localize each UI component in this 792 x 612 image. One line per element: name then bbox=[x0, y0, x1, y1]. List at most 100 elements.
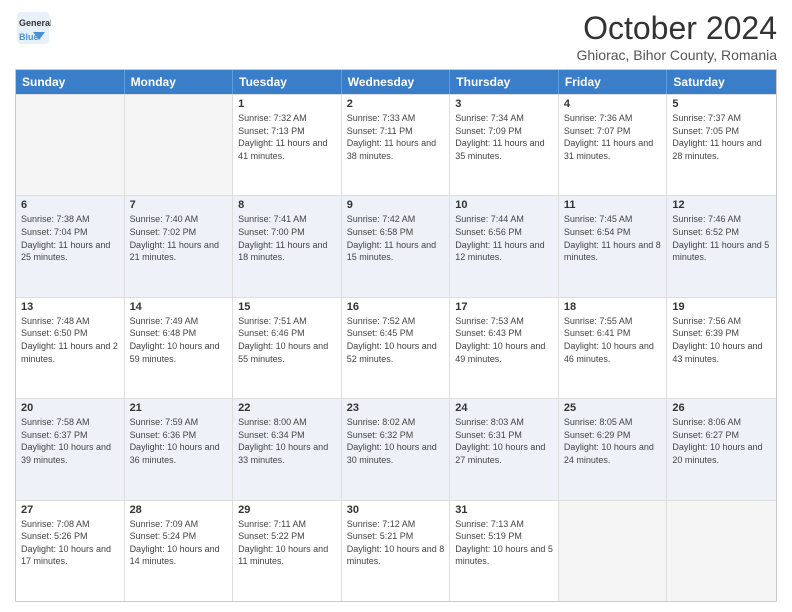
day-number: 8 bbox=[238, 199, 336, 211]
day-number: 7 bbox=[130, 199, 228, 211]
cell-info: Sunrise: 7:45 AM Sunset: 6:54 PM Dayligh… bbox=[564, 213, 662, 263]
day-number: 11 bbox=[564, 199, 662, 211]
calendar-cell: 3 Sunrise: 7:34 AM Sunset: 7:09 PM Daylig… bbox=[450, 95, 559, 195]
cell-info: Sunrise: 7:56 AM Sunset: 6:39 PM Dayligh… bbox=[672, 315, 771, 365]
cell-info: Sunrise: 7:59 AM Sunset: 6:36 PM Dayligh… bbox=[130, 416, 228, 466]
calendar-cell: 18 Sunrise: 7:55 AM Sunset: 6:41 PM Dayli… bbox=[559, 298, 668, 398]
day-number: 6 bbox=[21, 199, 119, 211]
day-number: 9 bbox=[347, 199, 445, 211]
day-number: 21 bbox=[130, 402, 228, 414]
header-day-monday: Monday bbox=[125, 70, 234, 94]
cell-info: Sunrise: 7:46 AM Sunset: 6:52 PM Dayligh… bbox=[672, 213, 771, 263]
day-number: 12 bbox=[672, 199, 771, 211]
day-number: 3 bbox=[455, 98, 553, 110]
cell-info: Sunrise: 7:08 AM Sunset: 5:26 PM Dayligh… bbox=[21, 518, 119, 568]
calendar: SundayMondayTuesdayWednesdayThursdayFrid… bbox=[15, 69, 777, 602]
day-number: 19 bbox=[672, 301, 771, 313]
calendar-cell: 25Sunrise: 8:05 AM Sunset: 6:29 PM Dayli… bbox=[559, 399, 668, 499]
calendar-cell: 20Sunrise: 7:58 AM Sunset: 6:37 PM Dayli… bbox=[16, 399, 125, 499]
calendar-cell: 9 Sunrise: 7:42 AM Sunset: 6:58 PM Daylig… bbox=[342, 196, 451, 296]
day-number: 29 bbox=[238, 504, 336, 516]
day-number: 24 bbox=[455, 402, 553, 414]
header-day-saturday: Saturday bbox=[667, 70, 776, 94]
svg-text:General: General bbox=[19, 18, 51, 28]
calendar-cell: 13 Sunrise: 7:48 AM Sunset: 6:50 PM Dayli… bbox=[16, 298, 125, 398]
calendar-cell: 19 Sunrise: 7:56 AM Sunset: 6:39 PM Dayli… bbox=[667, 298, 776, 398]
calendar-cell: 1 Sunrise: 7:32 AM Sunset: 7:13 PM Daylig… bbox=[233, 95, 342, 195]
day-number: 16 bbox=[347, 301, 445, 313]
calendar-week-1: 1 Sunrise: 7:32 AM Sunset: 7:13 PM Daylig… bbox=[16, 94, 776, 195]
header-day-friday: Friday bbox=[559, 70, 668, 94]
cell-info: Sunrise: 7:51 AM Sunset: 6:46 PM Dayligh… bbox=[238, 315, 336, 365]
cell-info: Sunrise: 7:41 AM Sunset: 7:00 PM Dayligh… bbox=[238, 213, 336, 263]
cell-info: Sunrise: 8:00 AM Sunset: 6:34 PM Dayligh… bbox=[238, 416, 336, 466]
calendar-week-2: 6Sunrise: 7:38 AM Sunset: 7:04 PM Daylig… bbox=[16, 195, 776, 296]
day-number: 18 bbox=[564, 301, 662, 313]
calendar-cell bbox=[559, 501, 668, 601]
cell-info: Sunrise: 8:02 AM Sunset: 6:32 PM Dayligh… bbox=[347, 416, 445, 466]
day-number: 26 bbox=[672, 402, 771, 414]
header-day-thursday: Thursday bbox=[450, 70, 559, 94]
cell-info: Sunrise: 7:34 AM Sunset: 7:09 PM Dayligh… bbox=[455, 112, 553, 162]
calendar-cell: 6Sunrise: 7:38 AM Sunset: 7:04 PM Daylig… bbox=[16, 196, 125, 296]
cell-info: Sunrise: 7:12 AM Sunset: 5:21 PM Dayligh… bbox=[347, 518, 445, 568]
calendar-cell: 30Sunrise: 7:12 AM Sunset: 5:21 PM Dayli… bbox=[342, 501, 451, 601]
cell-info: Sunrise: 7:32 AM Sunset: 7:13 PM Dayligh… bbox=[238, 112, 336, 162]
header: General Blue October 2024 Ghiorac, Bihor… bbox=[15, 10, 777, 63]
calendar-cell: 16Sunrise: 7:52 AM Sunset: 6:45 PM Dayli… bbox=[342, 298, 451, 398]
calendar-cell: 22 Sunrise: 8:00 AM Sunset: 6:34 PM Dayli… bbox=[233, 399, 342, 499]
calendar-cell: 10Sunrise: 7:44 AM Sunset: 6:56 PM Dayli… bbox=[450, 196, 559, 296]
header-day-sunday: Sunday bbox=[16, 70, 125, 94]
calendar-cell: 8 Sunrise: 7:41 AM Sunset: 7:00 PM Daylig… bbox=[233, 196, 342, 296]
cell-info: Sunrise: 7:49 AM Sunset: 6:48 PM Dayligh… bbox=[130, 315, 228, 365]
cell-info: Sunrise: 7:09 AM Sunset: 5:24 PM Dayligh… bbox=[130, 518, 228, 568]
calendar-cell bbox=[125, 95, 234, 195]
calendar-week-5: 27 Sunrise: 7:08 AM Sunset: 5:26 PM Dayli… bbox=[16, 500, 776, 601]
calendar-header-row: SundayMondayTuesdayWednesdayThursdayFrid… bbox=[16, 70, 776, 94]
cell-info: Sunrise: 7:11 AM Sunset: 5:22 PM Dayligh… bbox=[238, 518, 336, 568]
calendar-cell: 24Sunrise: 8:03 AM Sunset: 6:31 PM Dayli… bbox=[450, 399, 559, 499]
day-number: 14 bbox=[130, 301, 228, 313]
day-number: 15 bbox=[238, 301, 336, 313]
calendar-week-3: 13 Sunrise: 7:48 AM Sunset: 6:50 PM Dayli… bbox=[16, 297, 776, 398]
cell-info: Sunrise: 7:44 AM Sunset: 6:56 PM Dayligh… bbox=[455, 213, 553, 263]
cell-info: Sunrise: 7:13 AM Sunset: 5:19 PM Dayligh… bbox=[455, 518, 553, 568]
day-number: 5 bbox=[672, 98, 771, 110]
page: General Blue October 2024 Ghiorac, Bihor… bbox=[0, 0, 792, 612]
cell-info: Sunrise: 7:55 AM Sunset: 6:41 PM Dayligh… bbox=[564, 315, 662, 365]
day-number: 28 bbox=[130, 504, 228, 516]
calendar-cell: 12 Sunrise: 7:46 AM Sunset: 6:52 PM Dayli… bbox=[667, 196, 776, 296]
cell-info: Sunrise: 7:53 AM Sunset: 6:43 PM Dayligh… bbox=[455, 315, 553, 365]
calendar-cell: 23Sunrise: 8:02 AM Sunset: 6:32 PM Dayli… bbox=[342, 399, 451, 499]
calendar-body: 1 Sunrise: 7:32 AM Sunset: 7:13 PM Daylig… bbox=[16, 94, 776, 601]
cell-info: Sunrise: 7:37 AM Sunset: 7:05 PM Dayligh… bbox=[672, 112, 771, 162]
calendar-cell: 15 Sunrise: 7:51 AM Sunset: 6:46 PM Dayli… bbox=[233, 298, 342, 398]
calendar-cell: 4Sunrise: 7:36 AM Sunset: 7:07 PM Daylig… bbox=[559, 95, 668, 195]
calendar-cell: 17 Sunrise: 7:53 AM Sunset: 6:43 PM Dayli… bbox=[450, 298, 559, 398]
day-number: 2 bbox=[347, 98, 445, 110]
calendar-title: October 2024 bbox=[577, 10, 778, 47]
calendar-cell: 21 Sunrise: 7:59 AM Sunset: 6:36 PM Dayli… bbox=[125, 399, 234, 499]
header-day-tuesday: Tuesday bbox=[233, 70, 342, 94]
calendar-cell: 14 Sunrise: 7:49 AM Sunset: 6:48 PM Dayli… bbox=[125, 298, 234, 398]
day-number: 13 bbox=[21, 301, 119, 313]
day-number: 25 bbox=[564, 402, 662, 414]
cell-info: Sunrise: 7:48 AM Sunset: 6:50 PM Dayligh… bbox=[21, 315, 119, 365]
calendar-cell: 11 Sunrise: 7:45 AM Sunset: 6:54 PM Dayli… bbox=[559, 196, 668, 296]
cell-info: Sunrise: 7:33 AM Sunset: 7:11 PM Dayligh… bbox=[347, 112, 445, 162]
cell-info: Sunrise: 8:06 AM Sunset: 6:27 PM Dayligh… bbox=[672, 416, 771, 466]
calendar-cell: 5 Sunrise: 7:37 AM Sunset: 7:05 PM Daylig… bbox=[667, 95, 776, 195]
cell-info: Sunrise: 7:58 AM Sunset: 6:37 PM Dayligh… bbox=[21, 416, 119, 466]
calendar-cell: 31Sunrise: 7:13 AM Sunset: 5:19 PM Dayli… bbox=[450, 501, 559, 601]
calendar-cell bbox=[16, 95, 125, 195]
logo-icon: General Blue bbox=[15, 10, 51, 51]
calendar-cell: 28 Sunrise: 7:09 AM Sunset: 5:24 PM Dayli… bbox=[125, 501, 234, 601]
calendar-cell bbox=[667, 501, 776, 601]
day-number: 27 bbox=[21, 504, 119, 516]
day-number: 1 bbox=[238, 98, 336, 110]
day-number: 22 bbox=[238, 402, 336, 414]
day-number: 17 bbox=[455, 301, 553, 313]
cell-info: Sunrise: 7:42 AM Sunset: 6:58 PM Dayligh… bbox=[347, 213, 445, 263]
calendar-cell: 27 Sunrise: 7:08 AM Sunset: 5:26 PM Dayli… bbox=[16, 501, 125, 601]
calendar-subtitle: Ghiorac, Bihor County, Romania bbox=[577, 47, 778, 63]
